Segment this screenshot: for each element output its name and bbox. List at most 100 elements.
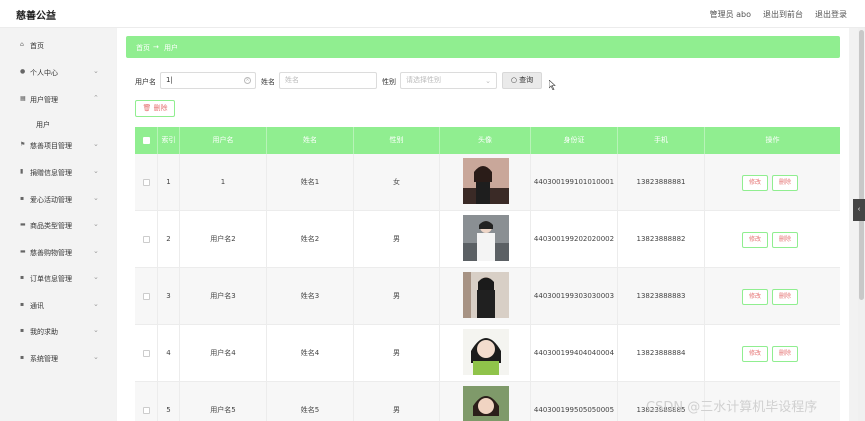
- cell-gender: 女: [354, 154, 440, 211]
- chevron-down-icon: ⌄: [93, 167, 99, 175]
- row-checkbox[interactable]: [143, 236, 150, 243]
- watermark: CSDN @三水计算机毕设程序: [646, 400, 818, 415]
- header-avatar: 头像: [440, 127, 531, 154]
- chevron-up-icon: ⌃: [93, 94, 99, 102]
- chevron-down-icon: ⌄: [93, 140, 99, 148]
- sidebar-item-my-help[interactable]: ▪ 我的求助 ⌄: [0, 324, 116, 342]
- breadcrumb-separator: →: [153, 43, 159, 51]
- header-actions: 操作: [765, 136, 780, 144]
- chevron-left-icon[interactable]: ‹: [853, 199, 865, 221]
- cell-name: 姓名1: [267, 154, 354, 211]
- sidebar-item-donation[interactable]: ▮ 捐赠信息管理 ⌄: [0, 165, 116, 183]
- cell-idcard: 440300199404040004: [531, 325, 618, 382]
- chevron-down-icon: ⌄: [93, 247, 99, 255]
- chevron-down-icon: ⌄: [93, 67, 99, 75]
- cell-index: 1: [158, 154, 180, 211]
- header-name: 姓名: [267, 127, 354, 154]
- flag-icon: ⚑: [20, 141, 26, 148]
- header-index: 索引: [158, 127, 180, 154]
- chart-icon: ▮: [20, 168, 24, 175]
- delete-row-button[interactable]: 删除: [772, 289, 798, 305]
- cell-index: 4: [158, 325, 180, 382]
- cell-name: 姓名4: [267, 325, 354, 382]
- sidebar-item-product-type[interactable]: ▬ 商品类型管理 ⌄: [0, 218, 116, 236]
- username-label: 用户名: [135, 78, 156, 86]
- edit-button[interactable]: 修改: [742, 289, 768, 305]
- row-checkbox[interactable]: [143, 293, 150, 300]
- cell-username: 1: [180, 154, 267, 211]
- sidebar-item-personal-center[interactable]: ● 个人中心 ⌄: [0, 65, 116, 83]
- header-select-all[interactable]: [135, 127, 158, 154]
- cell-username: 用户名4: [180, 325, 267, 382]
- cell-gender: 男: [354, 325, 440, 382]
- batch-delete-button[interactable]: 🗑 删除: [135, 100, 175, 117]
- grid-icon: ▦: [20, 95, 26, 102]
- sidebar-item-system[interactable]: ▪ 系统管理 ⌄: [0, 351, 116, 369]
- avatar-image: [463, 329, 509, 375]
- logout-link[interactable]: 退出登录: [815, 9, 847, 20]
- exit-to-front-link[interactable]: 退出到前台: [763, 9, 803, 20]
- table-row: 2 用户名2 姓名2 男 440300199202020002 13823888…: [135, 211, 840, 268]
- edit-button[interactable]: 修改: [742, 175, 768, 191]
- page-scrollbar[interactable]: [858, 28, 865, 421]
- sidebar-item-user-management[interactable]: ▦ 用户管理 ⌃: [0, 92, 116, 110]
- sidebar-item-home[interactable]: ⌂ 首页: [0, 38, 116, 56]
- delete-row-button[interactable]: 删除: [772, 175, 798, 191]
- row-checkbox[interactable]: [143, 350, 150, 357]
- table-row: 3 用户名3 姓名3 男 440300199303030003 13823888…: [135, 268, 840, 325]
- cell-username: 用户名3: [180, 268, 267, 325]
- sidebar-item-love-activity[interactable]: ▪ 爱心活动管理 ⌄: [0, 192, 116, 210]
- sidebar-subitem-user[interactable]: 用户: [36, 120, 50, 130]
- home-icon: ⌂: [20, 41, 24, 48]
- table-header: 索引 用户名 姓名 性别 头像 身份证 手机 操作: [135, 127, 840, 154]
- breadcrumb-home[interactable]: 首页: [136, 43, 150, 53]
- cell-idcard: 440300199101010001: [531, 154, 618, 211]
- sidebar-item-order[interactable]: ▪ 订单信息管理 ⌄: [0, 271, 116, 289]
- chevron-down-icon: ⌄: [93, 326, 99, 334]
- apps-icon: ▪: [20, 354, 25, 361]
- search-icon: ○: [510, 76, 517, 84]
- sidebar-item-charity-project[interactable]: ⚑ 慈善项目管理 ⌄: [0, 138, 116, 156]
- chevron-down-icon: ⌄: [93, 220, 99, 228]
- top-right-links: 管理员 abo 退出到前台 退出登录: [710, 9, 847, 20]
- cell-gender: 男: [354, 211, 440, 268]
- sidebar-item-communication[interactable]: ▪ 通讯 ⌄: [0, 298, 116, 316]
- chevron-down-icon: ⌄: [93, 353, 99, 361]
- query-button[interactable]: ○ 查询: [502, 72, 542, 89]
- gender-select[interactable]: 请选择性别 ⌄: [400, 72, 497, 89]
- delete-row-button[interactable]: 删除: [772, 232, 798, 248]
- cell-idcard: 440300199303030003: [531, 268, 618, 325]
- gender-label: 性别: [382, 78, 396, 86]
- top-bar: 慈善公益 管理员 abo 退出到前台 退出登录: [0, 0, 865, 28]
- cell-name: 姓名2: [267, 211, 354, 268]
- cell-phone: 13823888884: [618, 325, 705, 382]
- apps-icon: ▪: [20, 327, 25, 334]
- trash-icon: 🗑: [142, 104, 152, 112]
- header-gender: 性别: [354, 127, 440, 154]
- apps-icon: ▪: [20, 274, 25, 281]
- brand-title: 慈善公益: [16, 11, 56, 22]
- row-checkbox[interactable]: [143, 407, 150, 414]
- user-icon: ●: [20, 68, 26, 75]
- name-input[interactable]: 姓名: [279, 72, 377, 89]
- edit-button[interactable]: 修改: [742, 232, 768, 248]
- cell-phone: 13823888883: [618, 268, 705, 325]
- cell-index: 2: [158, 211, 180, 268]
- apps-icon: ▪: [20, 301, 25, 308]
- cell-username: 用户名2: [180, 211, 267, 268]
- cell-gender: 男: [354, 268, 440, 325]
- select-all-checkbox[interactable]: [143, 137, 150, 144]
- box-icon: ▬: [20, 248, 26, 255]
- edit-button[interactable]: 修改: [742, 346, 768, 362]
- delete-row-button[interactable]: 删除: [772, 346, 798, 362]
- sidebar-item-charity-shopping[interactable]: ▬ 慈善购物管理 ⌄: [0, 245, 116, 263]
- clear-icon[interactable]: ×: [244, 77, 251, 84]
- cell-username: 用户名5: [180, 382, 267, 421]
- scrollbar-thumb[interactable]: [859, 30, 864, 300]
- chevron-down-icon: ⌄: [485, 77, 491, 85]
- row-checkbox[interactable]: [143, 179, 150, 186]
- mouse-cursor-icon: [549, 80, 556, 90]
- cell-gender: 男: [354, 382, 440, 421]
- username-input[interactable]: 1| ×: [160, 72, 256, 89]
- header-idcard: 身份证: [531, 127, 618, 154]
